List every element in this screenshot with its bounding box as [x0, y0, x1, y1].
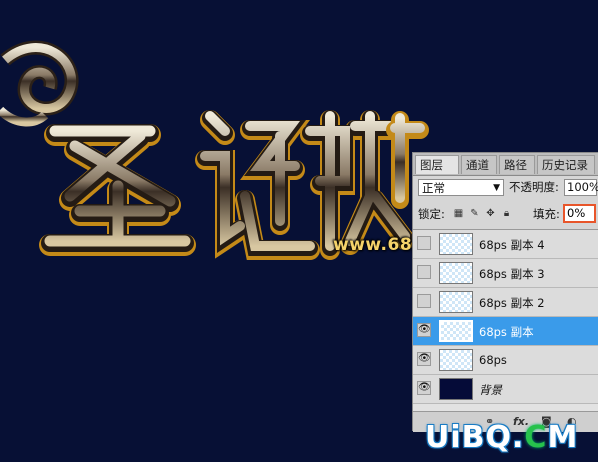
eye-icon[interactable]: 👁︎ [417, 352, 431, 366]
layer-row[interactable]: 👁︎ 68ps [413, 346, 598, 375]
opacity-input[interactable]: 100% [564, 179, 598, 196]
layer-thumbnail [439, 349, 473, 371]
layer-name: 背景 [479, 383, 502, 397]
tab-paths[interactable]: 路径 [499, 155, 535, 174]
visibility-toggle[interactable] [417, 294, 431, 308]
layer-name: 68ps 副本 [479, 325, 534, 339]
layer-list: 68ps 副本 4 68ps 副本 3 68ps 副本 2 👁︎ 68ps 副本… [413, 229, 598, 414]
tab-layers[interactable]: 图层× [415, 155, 459, 191]
layer-name: 68ps 副本 3 [479, 267, 545, 281]
layer-row[interactable]: 68ps 副本 3 [413, 259, 598, 288]
layer-name: 68ps [479, 353, 507, 367]
layer-thumbnail [439, 262, 473, 284]
tab-channels[interactable]: 通道 [461, 155, 497, 174]
blend-opacity-row: 正常 ▼ 不透明度: 100% [413, 178, 598, 198]
uibq-logo: UiBQ.CM [425, 420, 579, 455]
lock-transparent-icon[interactable]: ▦ [453, 208, 464, 219]
tab-history-label: 历史记录 [542, 158, 588, 172]
layer-thumbnail [439, 378, 473, 400]
glyph-sheng [39, 124, 196, 256]
opacity-label: 不透明度: [509, 180, 559, 194]
logo-text-a: UiBQ [425, 420, 513, 455]
panel-tabs: 图层× 通道 路径 历史记录 [413, 153, 598, 191]
layer-thumbnail [439, 320, 473, 342]
lock-fill-row: 锁定: ▦ ✎ ✥ 🔒︎ 填充: 0% [413, 204, 598, 225]
visibility-toggle[interactable] [417, 236, 431, 250]
tab-paths-label: 路径 [504, 158, 527, 172]
eye-icon[interactable]: 👁︎ [417, 323, 431, 337]
logo-text-g: C [524, 420, 548, 455]
layer-thumbnail [439, 233, 473, 255]
lock-move-icon[interactable]: ✥ [485, 208, 496, 219]
visibility-toggle[interactable] [417, 265, 431, 279]
glyph-dan [195, 110, 320, 260]
chevron-down-icon: ▼ [493, 183, 500, 193]
tab-channels-label: 通道 [466, 158, 489, 172]
logo-text-c: M [547, 420, 579, 455]
lock-brush-icon[interactable]: ✎ [469, 208, 480, 219]
fill-label: 填充: [533, 207, 560, 221]
blend-mode-select[interactable]: 正常 ▼ [418, 179, 504, 196]
blend-mode-value: 正常 [422, 181, 445, 195]
layer-thumbnail [439, 291, 473, 313]
layer-name: 68ps 副本 2 [479, 296, 545, 310]
layer-row[interactable]: 68ps 副本 2 [413, 288, 598, 317]
lock-all-icon[interactable]: 🔒︎ [501, 208, 512, 219]
layer-row-selected[interactable]: 👁︎ 68ps 副本 [413, 317, 598, 346]
tab-history[interactable]: 历史记录 [537, 155, 595, 174]
tab-layers-label: 图层 [420, 158, 443, 172]
fill-input[interactable]: 0% [563, 204, 596, 223]
lock-label: 锁定: [418, 207, 445, 221]
layer-row-background[interactable]: 👁︎ 背景 [413, 375, 598, 404]
eye-icon[interactable]: 👁︎ [417, 381, 431, 395]
layer-row[interactable]: 68ps 副本 4 [413, 230, 598, 259]
layer-name: 68ps 副本 4 [479, 238, 545, 252]
layers-panel: 图层× 通道 路径 历史记录 正常 ▼ 不透明度: 100% 锁定: ▦ ✎ ✥… [412, 152, 598, 432]
